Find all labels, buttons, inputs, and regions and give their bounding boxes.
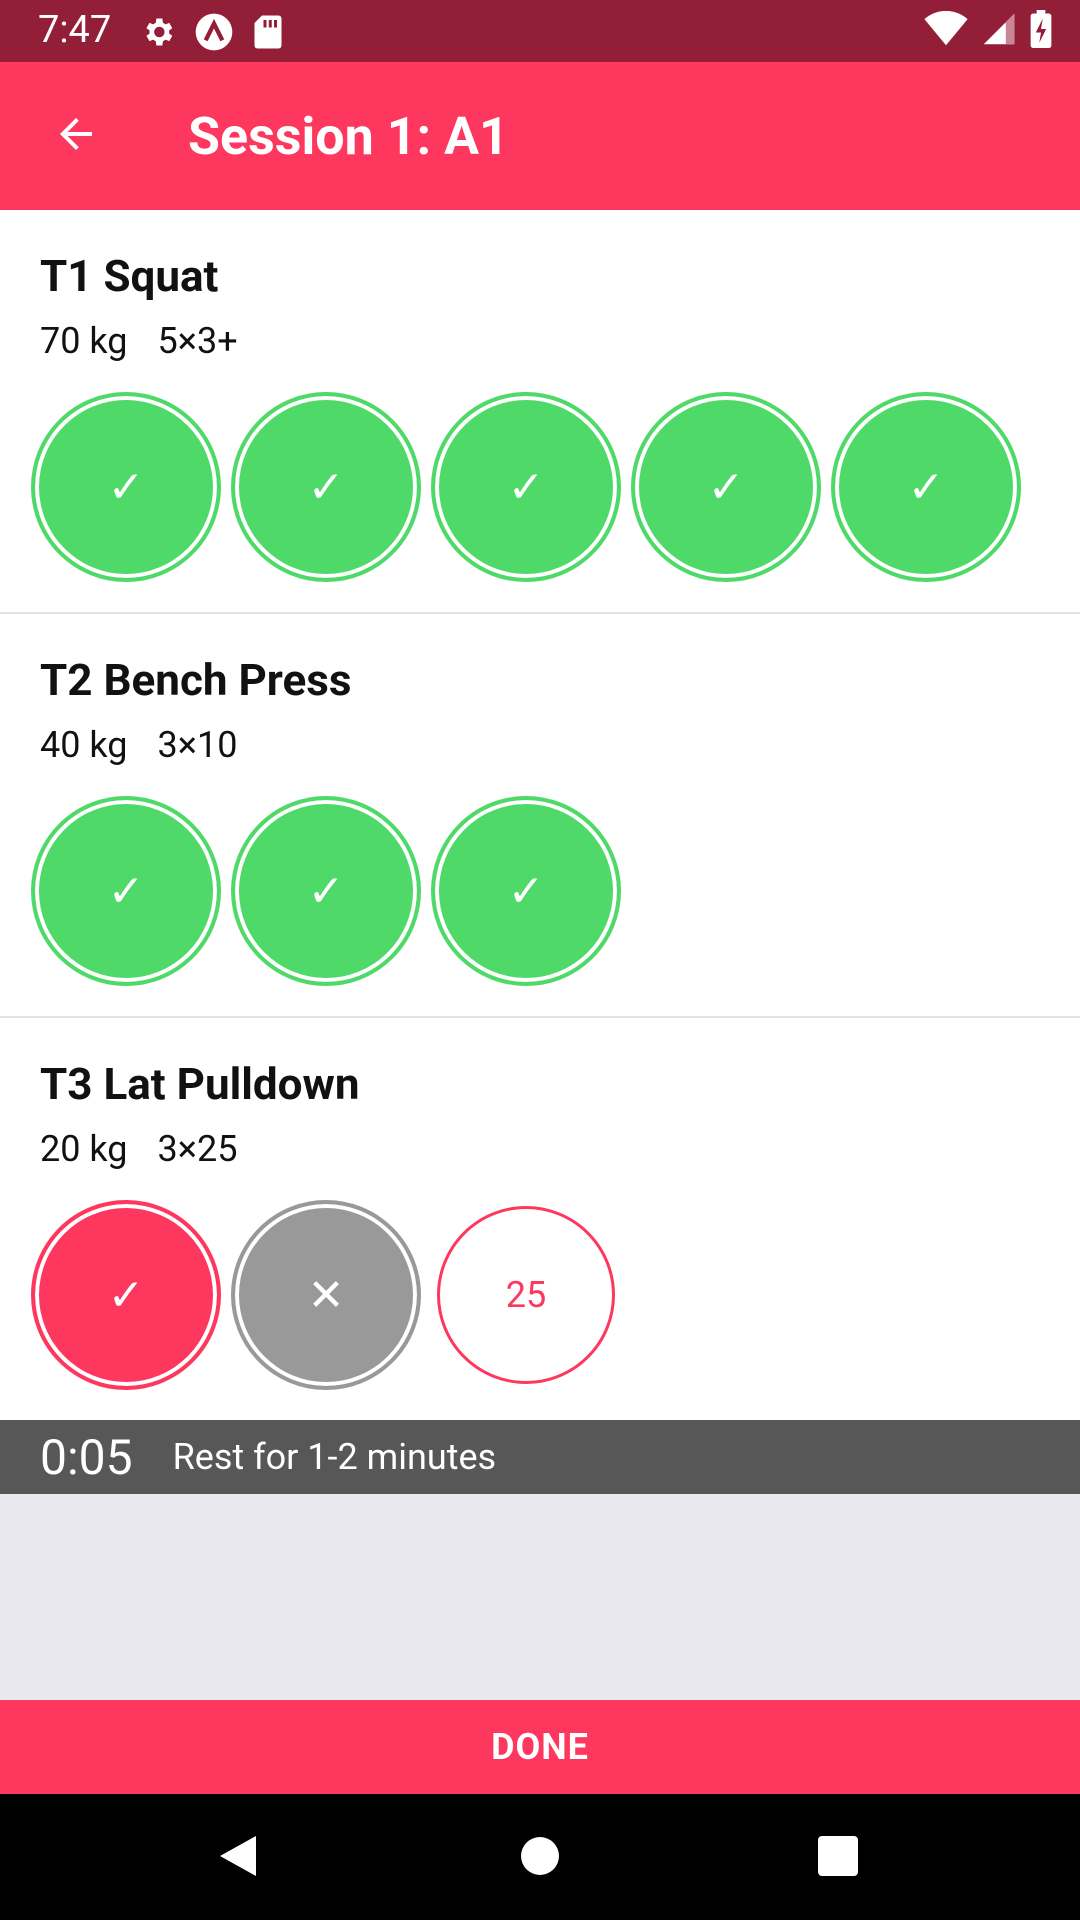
rest-timer: 0:05 <box>40 1428 133 1486</box>
set-button[interactable]: ✓ <box>431 392 621 582</box>
exercise-name: T1 Squat <box>40 250 219 302</box>
sd-card-icon <box>252 14 284 50</box>
triangle-back-icon <box>216 1832 260 1884</box>
arrow-left-icon <box>52 110 100 162</box>
set-button[interactable]: ✓ <box>31 796 221 986</box>
set-button[interactable]: ✓ <box>831 392 1021 582</box>
nav-home-button[interactable] <box>514 1832 566 1884</box>
exercise-meta: 70 kg 5×3+ <box>40 320 238 362</box>
set-button[interactable]: 25 <box>437 1206 615 1384</box>
set-button[interactable]: ✓ <box>31 1200 221 1390</box>
rest-message: Rest for 1-2 minutes <box>172 1436 497 1478</box>
status-system-icons <box>924 10 1052 48</box>
set-buttons: ✓ ✓ ✓ <box>31 796 621 986</box>
app-bar: Session 1: A1 <box>0 62 1080 210</box>
exercise-weight: 70 kg <box>40 320 128 362</box>
navigation-bar <box>0 1794 1080 1920</box>
exercise-scheme: 3×10 <box>157 724 238 766</box>
exercise-card: T3 Lat Pulldown 20 kg 3×25 ✓ ✕ 25 <box>0 1018 1080 1420</box>
gear-icon <box>140 14 176 50</box>
back-button[interactable] <box>42 102 110 170</box>
set-buttons: ✓ ✕ 25 <box>31 1200 621 1390</box>
exercise-meta: 40 kg 3×10 <box>40 724 237 766</box>
exercise-meta: 20 kg 3×25 <box>40 1128 237 1170</box>
done-button[interactable]: DONE <box>0 1700 1080 1794</box>
exercise-list: T1 Squat 70 kg 5×3+ ✓ ✓ ✓ ✓ ✓ T2 Bench P… <box>0 210 1080 1420</box>
nav-recents-button[interactable] <box>812 1832 864 1884</box>
set-button[interactable]: ✓ <box>31 392 221 582</box>
signal-icon <box>982 11 1016 47</box>
exercise-scheme: 3×25 <box>157 1128 238 1170</box>
set-button[interactable]: ✓ <box>631 392 821 582</box>
status-notification-icons <box>140 12 284 52</box>
rest-timer-bar: 0:05 Rest for 1-2 minutes <box>0 1420 1080 1494</box>
set-button[interactable]: ✓ <box>431 796 621 986</box>
set-button[interactable]: ✓ <box>231 796 421 986</box>
status-time: 7:47 <box>38 8 112 52</box>
app-a-icon <box>194 12 234 52</box>
square-recents-icon <box>818 1836 858 1880</box>
exercise-weight: 40 kg <box>40 724 128 766</box>
exercise-weight: 20 kg <box>40 1128 128 1170</box>
exercise-scheme: 5×3+ <box>157 320 238 362</box>
status-bar: 7:47 <box>0 0 1080 62</box>
exercise-card: T1 Squat 70 kg 5×3+ ✓ ✓ ✓ ✓ ✓ <box>0 210 1080 614</box>
circle-home-icon <box>520 1836 560 1880</box>
page-title: Session 1: A1 <box>188 106 509 167</box>
nav-back-button[interactable] <box>212 1832 264 1884</box>
battery-charging-icon <box>1030 10 1052 48</box>
wifi-icon <box>924 11 968 47</box>
set-button[interactable]: ✕ <box>231 1200 421 1390</box>
set-buttons: ✓ ✓ ✓ ✓ ✓ <box>31 392 1021 582</box>
set-button[interactable]: ✓ <box>231 392 421 582</box>
exercise-name: T3 Lat Pulldown <box>40 1058 360 1110</box>
exercise-card: T2 Bench Press 40 kg 3×10 ✓ ✓ ✓ <box>0 614 1080 1018</box>
exercise-name: T2 Bench Press <box>40 654 352 706</box>
